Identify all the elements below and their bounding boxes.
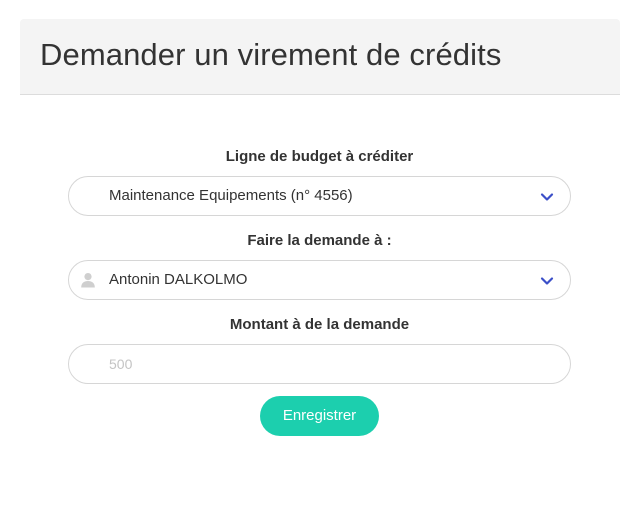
user-icon (81, 273, 95, 288)
credit-transfer-dialog: Demander un virement de crédits Ligne de… (0, 0, 638, 508)
chevron-down-icon (540, 193, 554, 201)
budget-line-label: Ligne de budget à créditer (225, 148, 414, 165)
amount-label: Montant à de la demande (229, 316, 410, 333)
recipient-select[interactable]: Antonin DALKOLMO (68, 260, 571, 300)
chevron-down-icon (540, 277, 554, 285)
dialog-title: Demander un virement de crédits (40, 37, 502, 72)
dialog-header: Demander un virement de crédits (20, 19, 620, 95)
budget-line-selected-value: Maintenance Equipements (n° 4556) (109, 187, 353, 204)
amount-input[interactable] (69, 345, 570, 383)
recipient-label: Faire la demande à : (247, 232, 392, 249)
amount-field (68, 344, 571, 384)
budget-line-select[interactable]: Maintenance Equipements (n° 4556) (68, 176, 571, 216)
save-button[interactable]: Enregistrer (260, 396, 379, 436)
page: Demander un virement de crédits Ligne de… (0, 0, 638, 508)
recipient-selected-value: Antonin DALKOLMO (109, 271, 248, 288)
